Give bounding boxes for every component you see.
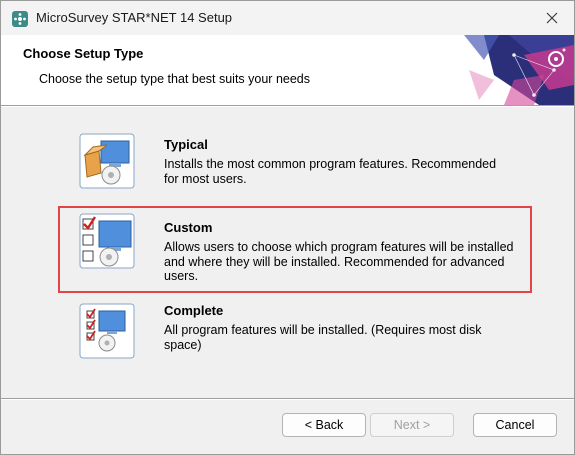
window-title: MicroSurvey STAR*NET 14 Setup bbox=[36, 10, 233, 25]
option-description: All program features will be installed. … bbox=[164, 323, 482, 352]
close-button[interactable] bbox=[530, 1, 574, 35]
wizard-header: Choose Setup Type Choose the setup type … bbox=[1, 35, 574, 105]
option-description: Installs the most common program feature… bbox=[164, 157, 497, 186]
back-button[interactable]: < Back bbox=[282, 413, 366, 437]
option-title: Typical bbox=[164, 137, 208, 152]
close-icon bbox=[546, 12, 558, 24]
typical-setup-icon bbox=[79, 133, 135, 189]
cancel-button[interactable]: Cancel bbox=[473, 413, 557, 437]
header-divider bbox=[1, 105, 574, 107]
complete-setup-icon bbox=[79, 303, 135, 359]
setup-window: MicroSurvey STAR*NET 14 Setup Choose Set… bbox=[0, 0, 575, 455]
option-title: Complete bbox=[164, 303, 224, 318]
selection-highlight bbox=[58, 206, 532, 293]
app-icon bbox=[12, 11, 28, 27]
banner-graphic bbox=[464, 35, 574, 105]
footer-divider bbox=[1, 398, 574, 400]
page-title: Choose Setup Type bbox=[23, 46, 144, 61]
next-button[interactable]: Next > bbox=[370, 413, 454, 437]
page-subtitle: Choose the setup type that best suits yo… bbox=[39, 72, 311, 86]
title-bar[interactable]: MicroSurvey STAR*NET 14 Setup bbox=[1, 1, 574, 35]
